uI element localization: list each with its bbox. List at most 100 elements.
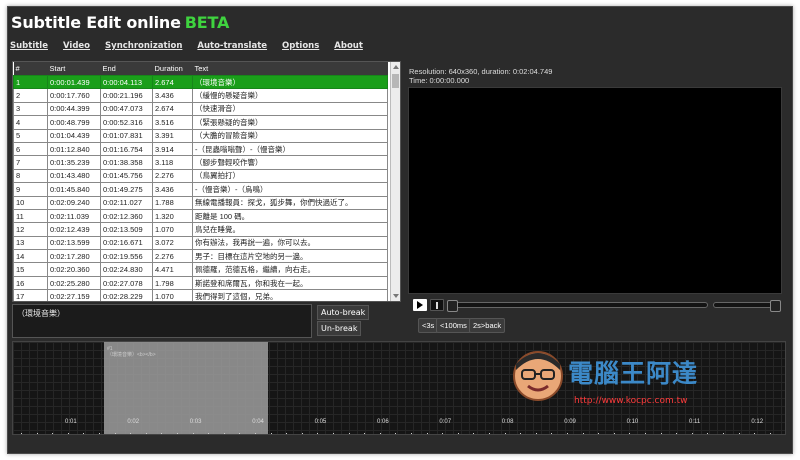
waveform-selection-label: #1 （環境音樂）<b></b> <box>107 346 156 358</box>
timeline-tick-mark <box>161 433 163 434</box>
timeline-tick-mark <box>691 433 693 434</box>
col-header-duration[interactable]: Duration <box>152 62 193 76</box>
timeline-tick-mark <box>52 433 54 434</box>
timeline-tick-mark <box>613 433 615 434</box>
table-row[interactable]: 11 0:02:11.039 0:02:12.360 1.320 距離是 100 碼。 <box>13 208 388 224</box>
col-header-text[interactable]: Text <box>192 62 388 76</box>
play-button[interactable] <box>413 299 427 311</box>
timeline-tick-mark <box>317 433 319 434</box>
table-row[interactable]: 3 0:00:44.399 0:00:47.073 2.674 （快速滑音） <box>13 101 388 117</box>
cell-number: 12 <box>13 222 48 237</box>
video-player[interactable] <box>408 87 782 294</box>
seek-bar[interactable] <box>447 300 708 312</box>
cell-end: 0:02:16.671 <box>100 235 153 251</box>
cell-number: 1 <box>13 74 48 90</box>
cell-text: 斯諾登和席爾瓦，你和我在一起。 <box>192 275 388 291</box>
subtitle-grid: # Start End Duration Text 1 0:00:01.439 0:… <box>12 61 401 302</box>
timeline-tick-mark <box>457 433 459 434</box>
seek-handle[interactable] <box>447 300 458 312</box>
menu-synchronization[interactable]: Synchronization <box>105 41 182 51</box>
timeline-tick-label: 0:07 <box>439 419 452 425</box>
timeline-tick-mark <box>535 433 537 434</box>
cell-end: 0:01:16.754 <box>100 141 153 157</box>
table-row[interactable]: 5 0:01:04.439 0:01:07.831 3.391 （大膽的冒險音樂） <box>13 128 388 143</box>
cell-text: 我們得到了這個，兄弟。 <box>192 289 388 301</box>
col-header-start[interactable]: Start <box>47 62 101 76</box>
cell-end: 0:02:24.830 <box>100 262 153 277</box>
table-row[interactable]: 10 0:02:09.240 0:02:11.027 1.788 無線電播報員：探戈，狐… <box>13 195 388 210</box>
cell-start: 0:02:13.599 <box>47 235 101 251</box>
cell-text: -（昆蟲嗡嗡聲）-（慢音樂） <box>192 141 388 157</box>
cell-end: 0:00:04.113 <box>100 74 153 90</box>
timeline-tick-mark <box>676 433 678 434</box>
table-row[interactable]: 15 0:02:20.360 0:02:24.830 4.471 佩德羅，范德瓦格，繼續… <box>13 262 388 277</box>
timeline-tick-mark <box>36 433 38 434</box>
timeline-tick-label: 0:04 <box>252 419 264 425</box>
timeline-tick-label: 0:11 <box>689 419 701 425</box>
cell-text: （腳步聲輕咬作響） <box>192 155 388 170</box>
scroll-down-icon[interactable] <box>393 294 399 298</box>
col-header-end[interactable]: End <box>100 62 153 76</box>
timeline-tick-label: 0:10 <box>626 419 639 425</box>
menu-subtitle[interactable]: Subtitle <box>10 41 48 51</box>
cell-duration: 1.788 <box>152 195 193 210</box>
timeline-tick-mark <box>286 433 288 434</box>
cell-duration: 1.798 <box>152 275 193 291</box>
timeline-tick-mark <box>255 433 256 434</box>
table-row[interactable]: 14 0:02:17.280 0:02:19.556 2.276 男子：目標在這片空地的… <box>13 249 388 264</box>
menu-bar: Subtitle Video Synchronization Auto-tran… <box>10 41 363 51</box>
table-row[interactable]: 13 0:02:13.599 0:02:16.671 3.072 你有辦法，我再說一遍，… <box>13 235 388 251</box>
timeline-tick-mark <box>67 433 69 434</box>
timeline-tick-mark <box>411 433 412 434</box>
timeline-tick-mark <box>223 433 225 434</box>
table-row[interactable]: 9 0:01:45.840 0:01:49.275 3.436 -（慢音樂）-（烏鳴） <box>13 182 388 197</box>
table-row[interactable]: 4 0:00:48.799 0:00:52.316 3.516 （緊張懸疑的音樂） <box>13 115 388 130</box>
table-row[interactable]: 2 0:00:17.760 0:00:21.196 3.436 （緩慢的懸疑音樂） <box>13 88 388 103</box>
volume-handle[interactable] <box>770 300 781 312</box>
table-row[interactable]: 16 0:02:25.280 0:02:27.078 1.798 斯諾登和席爾瓦，你和我… <box>13 275 388 291</box>
timeline-tick-mark <box>99 433 100 434</box>
menu-options[interactable]: Options <box>282 41 319 51</box>
un-break-button[interactable]: Un-break <box>317 321 362 336</box>
table-row[interactable]: 6 0:01:12.840 0:01:16.754 3.914 -（昆蟲嗡嗡聲）-（慢音… <box>13 141 388 157</box>
table-row[interactable]: 12 0:02:12.439 0:02:13.509 1.070 鳥兒在睡覺。 <box>13 222 388 237</box>
timeline-tick-mark <box>551 433 553 434</box>
volume-slider[interactable] <box>713 300 781 312</box>
table-row[interactable]: 8 0:01:43.480 0:01:45.756 2.276 （鳥翼拍打） <box>13 168 388 184</box>
cell-end: 0:02:13.509 <box>100 222 153 237</box>
table-row[interactable]: 17 0:02:27.159 0:02:28.229 1.070 我們得到了這個，兄弟。 <box>13 289 388 301</box>
col-header-number[interactable]: # <box>13 62 48 76</box>
cell-text: 無線電播報員：探戈，狐步舞，你們快過近了。 <box>192 195 388 210</box>
timeline-tick-mark <box>426 433 428 434</box>
cell-end: 0:00:21.196 <box>100 88 153 103</box>
scroll-up-icon[interactable] <box>393 65 399 69</box>
scrollbar-thumb[interactable] <box>392 74 399 88</box>
menu-auto-translate[interactable]: Auto-translate <box>197 41 267 51</box>
back-100ms-button[interactable]: <100ms <box>436 318 471 333</box>
auto-break-button[interactable]: Auto-break <box>317 305 370 320</box>
subtitle-text-editor[interactable]: （環境音樂） <box>12 304 312 338</box>
cell-start: 0:00:01.439 <box>47 74 101 90</box>
timeline-tick-mark <box>83 433 85 434</box>
table-row[interactable]: 7 0:01:35.239 0:01:38.358 3.118 （腳步聲輕咬作響） <box>13 155 388 170</box>
timeline-tick-mark <box>145 433 147 434</box>
menu-about[interactable]: About <box>334 41 363 51</box>
cell-text: （緩慢的懸疑音樂） <box>192 88 388 103</box>
timeline-tick-mark <box>707 433 709 434</box>
cell-start: 0:01:43.480 <box>47 168 101 184</box>
cell-start: 0:00:48.799 <box>47 115 101 130</box>
cell-number: 9 <box>13 182 48 197</box>
timeline-tick-label: 0:08 <box>501 419 514 425</box>
pause-button[interactable] <box>430 299 444 311</box>
timeline-tick-mark <box>301 433 303 434</box>
menu-video[interactable]: Video <box>63 41 90 51</box>
cell-duration: 3.436 <box>152 182 193 197</box>
video-time-text: Time: 0:00:00.000 <box>409 76 470 85</box>
timeline-tick-mark <box>473 433 475 434</box>
table-row[interactable]: 1 0:00:01.439 0:00:04.113 2.674 （環境音樂） <box>13 74 388 90</box>
grid-scrollbar[interactable] <box>390 62 400 301</box>
timeline-tick-mark <box>364 433 366 434</box>
timeline-tick-mark <box>114 433 116 434</box>
cell-number: 11 <box>13 208 48 224</box>
back-2s-button[interactable]: 2s>back <box>469 318 506 333</box>
